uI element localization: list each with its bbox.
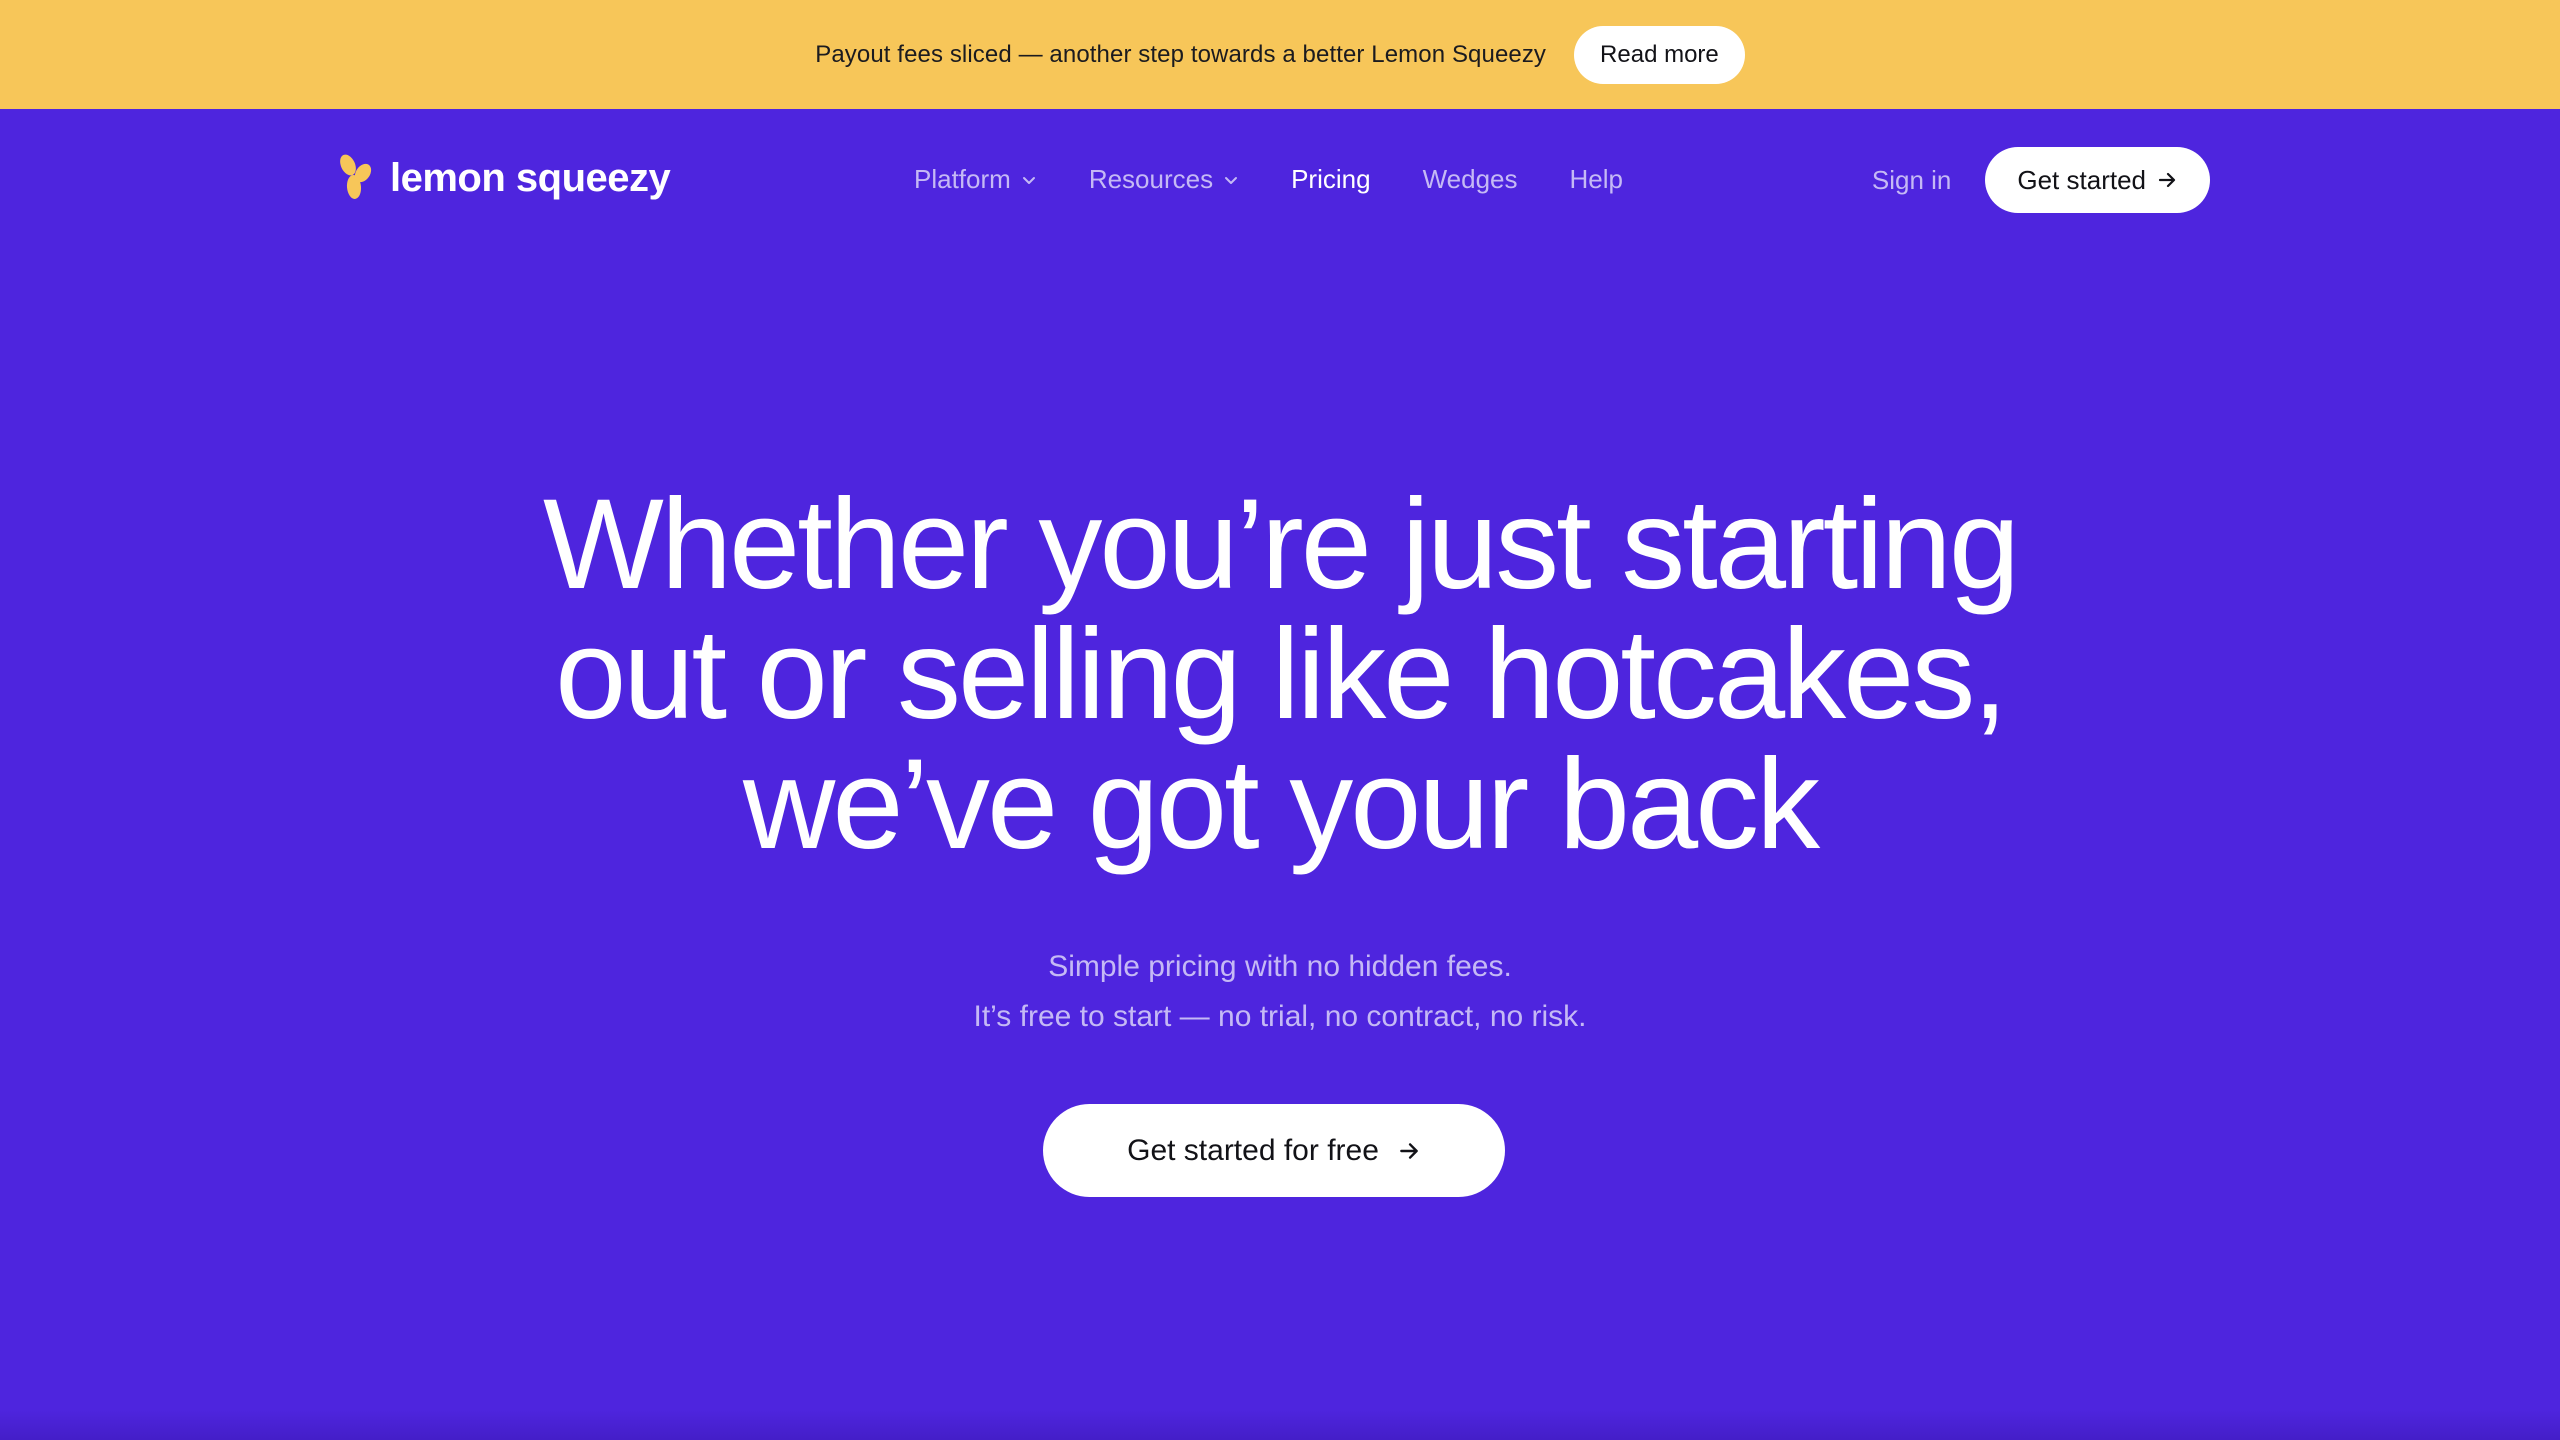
logo-text: lemon squeezy	[390, 155, 671, 200]
headline-line-1: Whether you’re just starting	[543, 473, 2020, 616]
headline-line-2: out or selling like hotcakes,	[555, 603, 2008, 746]
chevron-down-icon	[1022, 176, 1035, 184]
hero-headline: Whether you’re just starting out or sell…	[0, 480, 2560, 870]
read-more-button[interactable]: Read more	[1574, 25, 1745, 84]
nav-resources[interactable]: Resources	[1089, 164, 1239, 195]
nav-pricing[interactable]: Pricing	[1291, 164, 1370, 195]
nav-wedges[interactable]: Wedges	[1423, 164, 1518, 195]
lemon-logo-icon	[340, 154, 372, 199]
chevron-down-icon	[1225, 176, 1238, 184]
announcement-text: Payout fees sliced — another step toward…	[815, 40, 1547, 68]
logo[interactable]: lemon squeezy	[336, 153, 671, 203]
headline-line-3: we’ve got your back	[742, 733, 1820, 876]
hero-subheadline: Simple pricing with no hidden fees. It’s…	[0, 942, 2560, 1042]
announcement-bar: Payout fees sliced — another step toward…	[0, 0, 2560, 109]
cta-label: Get started for free	[1127, 1133, 1379, 1167]
nav-platform-label: Platform	[914, 164, 1011, 194]
nav-links: Platform Resources Pricing Wedges Help	[914, 164, 1623, 195]
sub-line-1: Simple pricing with no hidden fees.	[1048, 950, 1512, 983]
nav-platform[interactable]: Platform	[914, 164, 1037, 195]
top-nav: lemon squeezy Platform Resources Pricing…	[0, 109, 2560, 251]
get-started-label: Get started	[2017, 164, 2146, 195]
get-started-free-button[interactable]: Get started for free	[1043, 1104, 1505, 1197]
arrow-right-icon	[2158, 172, 2176, 188]
sign-in-link[interactable]: Sign in	[1872, 165, 1952, 196]
arrow-right-icon	[1400, 1142, 1418, 1159]
nav-actions: Sign in Get started	[1872, 147, 2210, 213]
hero-bottom-fade	[0, 1410, 2560, 1440]
get-started-button[interactable]: Get started	[1985, 147, 2210, 213]
sub-line-2: It’s free to start — no trial, no contra…	[973, 1000, 1587, 1033]
nav-resources-label: Resources	[1088, 164, 1214, 194]
nav-help[interactable]: Help	[1570, 164, 1623, 195]
